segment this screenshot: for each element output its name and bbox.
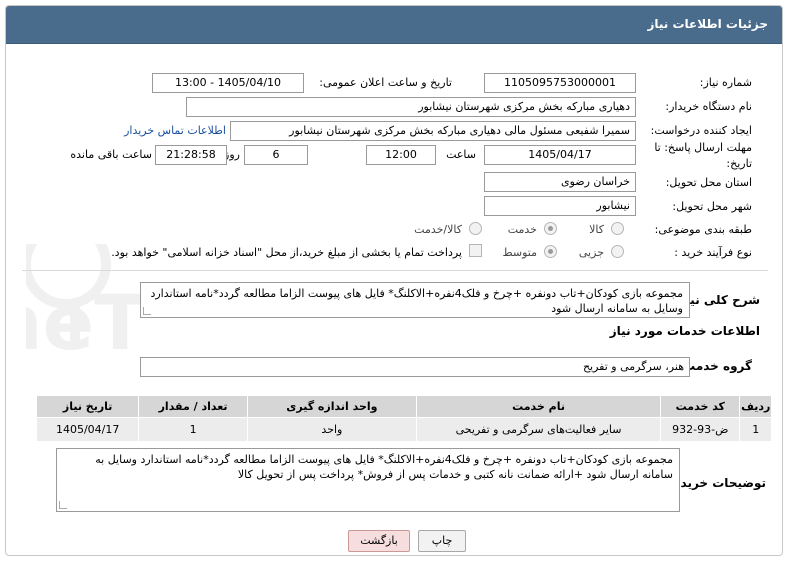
service-group-field: هنر، سرگرمی و تفریح [140, 357, 690, 377]
deadline-time-label: ساعت [446, 148, 476, 161]
services-section-title: اطلاعات خدمات مورد نیاز [609, 324, 760, 338]
city-label: شهر محل تحویل: [672, 200, 752, 213]
buyer-org-field: دهیاری مبارکه بخش مرکزی شهرستان نیشابور [186, 97, 636, 117]
summary-textbox: مجموعه بازی کودکان+تاب دونفره +چرخ و فلک… [140, 282, 690, 318]
panel-title: جزئیات اطلاعات نیاز [647, 17, 768, 31]
resize-grip-icon[interactable] [59, 501, 67, 509]
buyer-notes-textbox: مجموعه بازی کودکان+تاب دونفره +چرخ و فلک… [56, 448, 680, 512]
requester-label: ایجاد کننده درخواست: [650, 124, 752, 137]
col-service-code: کد خدمت [660, 395, 741, 418]
deadline-label-line2: تاریخ: [726, 157, 752, 170]
purchase-type-option-medium: متوسط [502, 246, 537, 259]
cell-need-date: 1405/04/17 [35, 417, 140, 442]
summary-text: مجموعه بازی کودکان+تاب دونفره +چرخ و فلک… [150, 287, 683, 315]
purchase-type-option-minor: جزیی [578, 246, 604, 259]
need-number-field: 1105095753000001 [484, 73, 636, 93]
cell-row: 1 [739, 417, 772, 442]
col-service-name: نام خدمت [415, 395, 662, 418]
treasury-payment-note: پرداخت تمام یا بخشی از مبلغ خرید،از محل … [111, 246, 462, 259]
col-quantity: تعداد / مقدار [138, 395, 248, 418]
panel-header: جزئیات اطلاعات نیاز [6, 6, 782, 44]
announce-datetime-field: 1405/04/10 - 13:00 [152, 73, 304, 93]
category-option-goods-service: کالا/خدمت [414, 223, 462, 236]
need-details-panel: جزئیات اطلاعات نیاز AriaTender.neT شماره… [5, 5, 783, 556]
buyer-org-label: نام دستگاه خریدار: [665, 100, 752, 113]
cell-unit: واحد [246, 417, 417, 442]
remaining-time-label: ساعت باقی مانده [70, 148, 152, 161]
purchase-type-radio-medium[interactable] [544, 245, 557, 258]
treasury-payment-checkbox[interactable] [469, 244, 482, 257]
services-table-header: ردیف کد خدمت نام خدمت واحد اندازه گیری ت… [35, 395, 772, 418]
days-remaining-field: 6 [244, 145, 308, 165]
city-field: نیشابور [484, 196, 636, 216]
table-row: 1 ض-93-932 سایر فعالیت‌های سرگرمی و تفری… [35, 417, 772, 442]
category-option-goods: کالا [589, 223, 604, 236]
buyer-contact-link[interactable]: اطلاعات تماس خریدار [124, 124, 226, 137]
deadline-label-line1: مهلت ارسال پاسخ: تا [654, 141, 752, 154]
purchase-type-radio-minor[interactable] [611, 245, 624, 258]
announce-datetime-label: تاریخ و ساعت اعلان عمومی: [319, 76, 452, 89]
cell-quantity: 1 [138, 417, 248, 442]
category-label: طبقه بندی موضوعی: [654, 223, 752, 236]
province-label: استان محل تحویل: [665, 176, 752, 189]
remaining-time-field: 21:28:58 [155, 145, 227, 165]
watermark-text: AriaTender.neT [26, 278, 146, 367]
category-radio-service[interactable] [544, 222, 557, 235]
back-button[interactable]: بازگشت [348, 530, 410, 552]
buyer-notes-text: مجموعه بازی کودکان+تاب دونفره +چرخ و فلک… [95, 453, 673, 481]
print-button[interactable]: چاپ [418, 530, 466, 552]
form-divider [22, 270, 768, 271]
cell-service-code: ض-93-932 [660, 417, 741, 442]
deadline-date-field: 1405/04/17 [484, 145, 636, 165]
resize-grip-icon[interactable] [143, 307, 151, 315]
category-radio-goods-service[interactable] [469, 222, 482, 235]
province-field: خراسان رضوی [484, 172, 636, 192]
col-need-date: تاریخ نیاز [35, 395, 140, 418]
col-row: ردیف [739, 395, 772, 418]
category-radio-goods[interactable] [611, 222, 624, 235]
col-unit: واحد اندازه گیری [246, 395, 417, 418]
purchase-type-label: نوع فرآیند خرید : [674, 246, 752, 259]
cell-service-name: سایر فعالیت‌های سرگرمی و تفریحی [415, 417, 662, 442]
need-number-label: شماره نیاز: [699, 76, 752, 89]
requester-field: سمیرا شفیعی مسئول مالی دهیاری مبارکه بخش… [230, 121, 636, 141]
category-option-service: خدمت [507, 223, 537, 236]
deadline-time-field: 12:00 [366, 145, 436, 165]
services-table: ردیف کد خدمت نام خدمت واحد اندازه گیری ت… [35, 395, 772, 442]
